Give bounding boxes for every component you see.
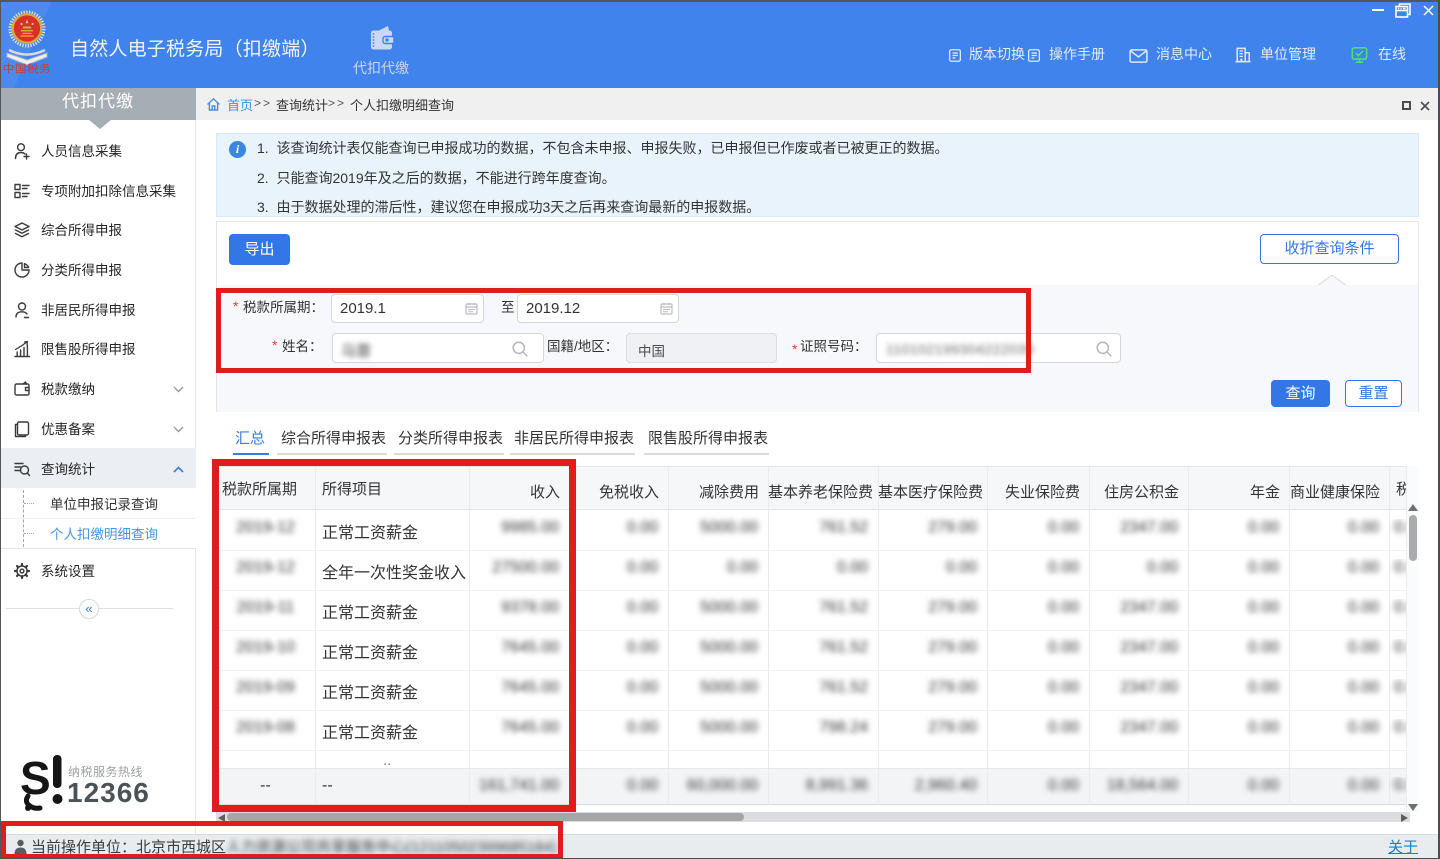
svg-text:S: S bbox=[20, 752, 51, 804]
